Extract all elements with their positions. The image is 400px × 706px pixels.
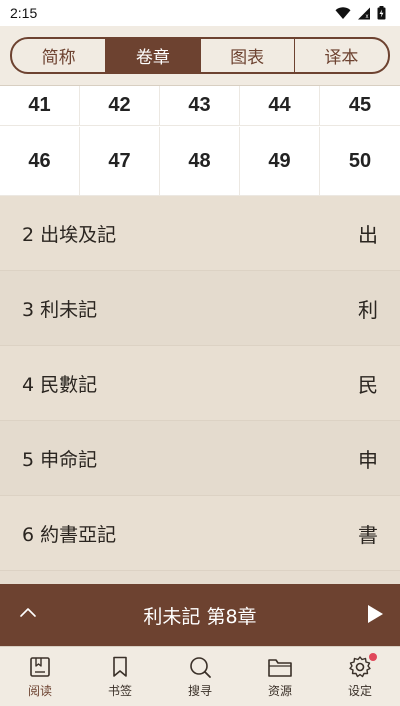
current-chapter-bar: 利未記 第8章: [0, 584, 400, 646]
play-icon[interactable]: [366, 604, 384, 624]
status-time: 2:15: [10, 5, 38, 21]
book-list-item[interactable]: 3 利未記 利: [0, 271, 400, 346]
status-icons: x: [335, 6, 386, 20]
notification-dot: [369, 653, 377, 661]
bottom-navigation: 阅读 书签 搜寻 资源 设定: [0, 646, 400, 706]
tab-chapters[interactable]: 卷章: [106, 39, 201, 72]
book-name: 2 出埃及記: [22, 223, 117, 246]
bottom-nav-search[interactable]: 搜寻: [160, 647, 240, 706]
chapter-cell[interactable]: 45: [320, 86, 400, 126]
tab-charts[interactable]: 图表: [201, 39, 295, 72]
book-open-icon: [30, 656, 50, 677]
book-list-item[interactable]: 2 出埃及記 出: [0, 196, 400, 271]
segmented-tabs: 简称 卷章 图表 译本: [10, 37, 390, 74]
bottom-nav-read[interactable]: 阅读: [0, 647, 80, 706]
chapter-cell[interactable]: 41: [0, 86, 80, 126]
bottom-nav-label: 阅读: [27, 683, 52, 698]
battery-icon: [377, 6, 386, 20]
signal-icon: x: [358, 7, 370, 20]
book-abbreviation: 出: [358, 222, 378, 247]
bottom-nav-bookmarks[interactable]: 书签: [80, 647, 160, 706]
tab-abbreviation[interactable]: 简称: [12, 39, 107, 72]
chapter-cell[interactable]: 49: [240, 127, 320, 196]
book-list-item[interactable]: 5 申命記 申: [0, 421, 400, 496]
chapter-cell[interactable]: 50: [320, 127, 400, 196]
chapter-grid-row: 46 47 48 49 50: [0, 127, 400, 196]
tab-translations[interactable]: 译本: [295, 39, 388, 72]
book-abbreviation: 利: [358, 297, 378, 322]
chapter-cell[interactable]: 44: [240, 86, 320, 126]
tab-bar-container: 简称 卷章 图表 译本: [0, 26, 400, 86]
chapter-cell[interactable]: 42: [80, 86, 160, 126]
book-list-item[interactable]: 4 民數記 民: [0, 346, 400, 421]
book-name: 3 利未記: [22, 298, 98, 321]
wifi-icon: [335, 6, 351, 19]
bottom-nav-label: 书签: [107, 683, 132, 698]
book-list: 2 出埃及記 出 3 利未記 利 4 民數記 民 5 申命記 申 6 約書亞記 …: [0, 196, 400, 584]
bottom-nav-label: 搜寻: [187, 683, 212, 698]
status-bar: 2:15 x: [0, 0, 400, 26]
chapter-cell[interactable]: 43: [160, 86, 240, 126]
current-chapter-title[interactable]: 利未記 第8章: [143, 602, 256, 629]
chapter-grid: 41 42 43 44 45 46 47 48 49 50: [0, 86, 400, 196]
bottom-nav-resources[interactable]: 资源: [240, 647, 320, 706]
bottom-nav-settings[interactable]: 设定: [320, 647, 400, 706]
chapter-grid-row: 41 42 43 44 45: [0, 86, 400, 126]
book-name: 6 約書亞記: [22, 523, 117, 546]
bottom-nav-label: 资源: [267, 683, 292, 698]
chapter-cell[interactable]: 47: [80, 127, 160, 196]
book-abbreviation: 申: [358, 447, 378, 472]
chevron-up-icon[interactable]: [18, 603, 38, 623]
bookmark-icon: [113, 656, 127, 677]
svg-text:x: x: [366, 14, 369, 20]
chapter-cell[interactable]: 46: [0, 127, 80, 196]
search-icon: [190, 656, 211, 678]
book-abbreviation: 民: [358, 372, 378, 397]
chapter-cell[interactable]: 48: [160, 127, 240, 196]
book-abbreviation: 書: [358, 522, 378, 547]
bottom-nav-label: 设定: [347, 683, 372, 698]
book-name: 5 申命記: [22, 448, 98, 471]
book-list-item[interactable]: 6 約書亞記 書: [0, 496, 400, 571]
book-name: 4 民數記: [22, 373, 98, 396]
folder-icon: [268, 658, 292, 677]
